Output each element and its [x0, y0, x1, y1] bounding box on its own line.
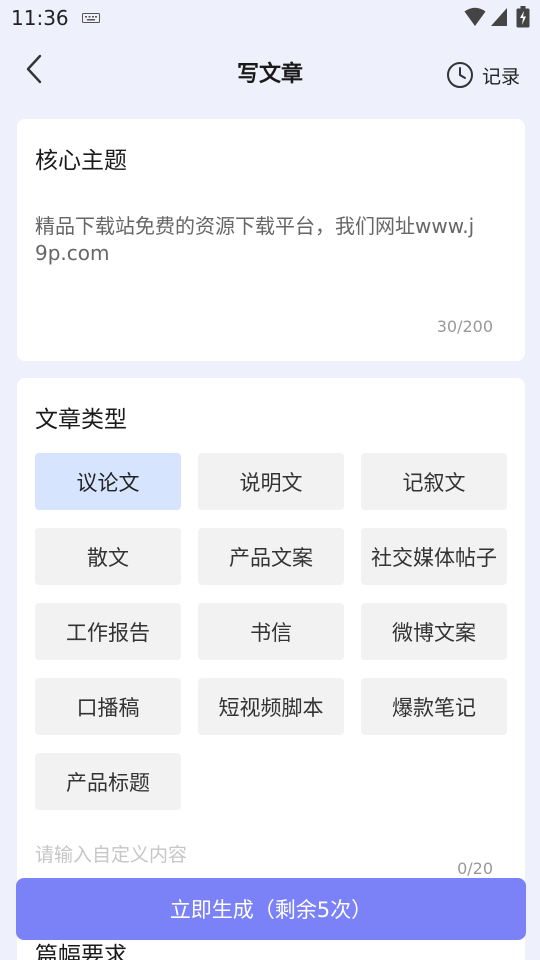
history-label: 记录: [482, 65, 521, 88]
topic-title: 核心主题: [35, 148, 127, 174]
write-article-screen: 11:36 写文章 记录 核心主题 精品下载站免费的资源下载平台，我们网址www…: [0, 0, 540, 960]
custom-type-char-count: 0/20: [457, 859, 493, 878]
clock-icon: [447, 62, 473, 88]
type-chip-product-copy[interactable]: 产品文案: [198, 528, 344, 585]
signal-icon: [491, 8, 507, 26]
status-time: 11:36: [11, 6, 69, 30]
topic-card: 核心主题 精品下载站免费的资源下载平台，我们网址www.j9p.com 30/2…: [17, 119, 525, 361]
article-type-card: 文章类型 议论文 说明文 记叙文 散文 产品文案 社交媒体帖子 工作报告 书信 …: [17, 378, 525, 960]
history-button[interactable]: 记录: [446, 60, 520, 90]
type-chip-voiceover-script[interactable]: 口播稿: [35, 678, 181, 735]
type-chip-short-video-script[interactable]: 短视频脚本: [198, 678, 344, 735]
type-chip-prose[interactable]: 散文: [35, 528, 181, 585]
topic-char-count: 30/200: [436, 317, 493, 336]
type-chip-product-title[interactable]: 产品标题: [35, 753, 181, 810]
custom-type-input[interactable]: [35, 840, 435, 870]
type-chip-argumentative[interactable]: 议论文: [35, 453, 181, 510]
wifi-icon: [464, 7, 486, 26]
type-chip-narrative[interactable]: 记叙文: [361, 453, 507, 510]
type-chip-weibo-copy[interactable]: 微博文案: [361, 603, 507, 660]
article-type-title: 文章类型: [35, 407, 127, 433]
type-chip-viral-note[interactable]: 爆款笔记: [361, 678, 507, 735]
battery-charging-icon: [516, 6, 530, 28]
status-bar: 11:36: [0, 0, 540, 36]
topic-input[interactable]: 精品下载站免费的资源下载平台，我们网址www.j9p.com: [35, 213, 481, 267]
keyboard-icon: [82, 13, 100, 23]
generate-button[interactable]: 立即生成（剩余5次）: [16, 878, 526, 940]
type-chip-letter[interactable]: 书信: [198, 603, 344, 660]
app-header: 写文章 记录: [0, 40, 540, 100]
type-chip-social-post[interactable]: 社交媒体帖子: [361, 528, 507, 585]
article-type-options: 议论文 说明文 记叙文 散文 产品文案 社交媒体帖子 工作报告 书信 微博文案 …: [35, 453, 507, 810]
type-chip-expository[interactable]: 说明文: [198, 453, 344, 510]
type-chip-work-report[interactable]: 工作报告: [35, 603, 181, 660]
